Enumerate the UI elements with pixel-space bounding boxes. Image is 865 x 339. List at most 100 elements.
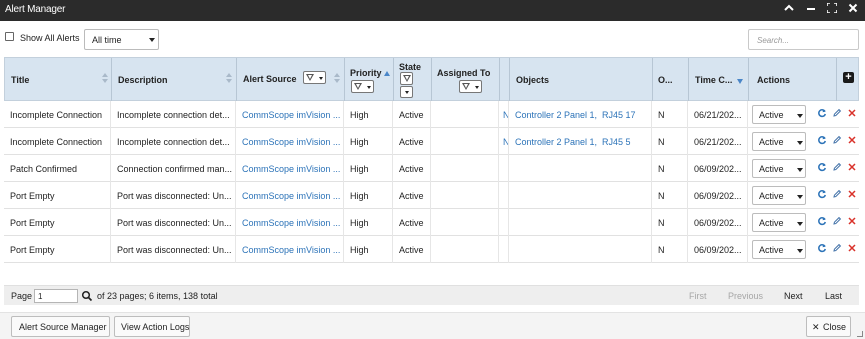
close-button[interactable]: ✕ Close bbox=[806, 316, 851, 337]
cell-assigned bbox=[431, 101, 499, 128]
filter-icon[interactable] bbox=[459, 80, 482, 93]
filter-icon[interactable] bbox=[351, 80, 374, 93]
action-state-select[interactable]: Active bbox=[752, 213, 806, 232]
column-header-title[interactable]: Title bbox=[5, 58, 112, 102]
cell-priority: High bbox=[344, 101, 393, 128]
column-header-time[interactable]: Time C... bbox=[689, 58, 749, 102]
column-header-priority[interactable]: Priority bbox=[345, 58, 394, 102]
object-link[interactable]: Controller 2 Panel 1, bbox=[515, 110, 597, 120]
delete-icon[interactable] bbox=[846, 189, 857, 200]
column-header-assigned-to[interactable]: Assigned To bbox=[432, 58, 500, 102]
description-text: Port was disconnected: Un... bbox=[117, 191, 232, 201]
filter-icon[interactable] bbox=[303, 71, 326, 84]
cell-time: 06/21/202... bbox=[688, 128, 748, 155]
next-page-link[interactable]: Next bbox=[784, 291, 803, 301]
close-window-icon[interactable] bbox=[845, 2, 861, 18]
refresh-icon[interactable] bbox=[816, 216, 827, 227]
column-time-label: Time C... bbox=[695, 75, 733, 85]
pencil-icon[interactable] bbox=[831, 216, 842, 227]
table-row[interactable]: Incomplete Connection Incomplete connecti… bbox=[4, 128, 859, 155]
column-header-blank bbox=[500, 58, 510, 102]
alert-source-manager-button[interactable]: Alert Source Manager bbox=[11, 316, 110, 337]
source-text[interactable]: CommScope imVision ... bbox=[242, 137, 340, 147]
delete-icon[interactable] bbox=[846, 108, 857, 119]
cell-source: CommScope imVision ... bbox=[236, 155, 344, 182]
cell-title: Port Empty bbox=[4, 182, 111, 209]
filter-dropdown-icon[interactable] bbox=[400, 86, 413, 98]
last-page-link[interactable]: Last bbox=[825, 291, 842, 301]
action-state-select[interactable]: Active bbox=[752, 132, 806, 151]
delete-icon[interactable] bbox=[846, 162, 857, 173]
action-state-select[interactable]: Active bbox=[752, 186, 806, 205]
column-header-objects[interactable]: Objects bbox=[510, 58, 653, 102]
object-port-link[interactable]: RJ45 5 bbox=[602, 137, 631, 147]
table-row[interactable]: Patch Confirmed Connection confirmed man.… bbox=[4, 155, 859, 182]
maximize-icon[interactable] bbox=[824, 2, 840, 18]
refresh-icon[interactable] bbox=[816, 108, 827, 119]
table-row[interactable]: Incomplete Connection Incomplete connecti… bbox=[4, 101, 859, 128]
delete-icon[interactable] bbox=[846, 243, 857, 254]
table-row[interactable]: Port Empty Port was disconnected: Un... Co… bbox=[4, 236, 859, 263]
description-text: Connection confirmed man... bbox=[117, 164, 233, 174]
show-all-alerts-label: Show All Alerts bbox=[20, 33, 80, 43]
search-input[interactable]: Search... bbox=[748, 29, 859, 50]
previous-page-link[interactable]: Previous bbox=[728, 291, 763, 301]
show-all-alerts-checkbox[interactable] bbox=[5, 32, 14, 41]
page-number-input[interactable]: 1 bbox=[34, 289, 78, 303]
collapse-icon[interactable] bbox=[781, 2, 797, 18]
view-action-logs-button[interactable]: View Action Logs bbox=[114, 316, 190, 337]
column-objects-label: Objects bbox=[516, 75, 550, 85]
source-text[interactable]: CommScope imVision ... bbox=[242, 164, 340, 174]
action-state-select[interactable]: Active bbox=[752, 240, 806, 259]
source-text[interactable]: CommScope imVision ... bbox=[242, 110, 340, 120]
time-filter-select[interactable]: All time bbox=[84, 29, 159, 50]
source-text[interactable]: CommScope imVision ... bbox=[242, 191, 340, 201]
first-page-link[interactable]: First bbox=[689, 291, 707, 301]
column-header-description[interactable]: Description bbox=[112, 58, 237, 102]
cell-time: 06/09/202... bbox=[688, 155, 748, 182]
state-text: Active bbox=[399, 218, 424, 228]
filter-icon[interactable] bbox=[400, 72, 413, 85]
column-header-o[interactable]: O... bbox=[653, 58, 689, 102]
pencil-icon[interactable] bbox=[831, 243, 842, 254]
minimize-icon[interactable] bbox=[803, 2, 819, 18]
object-port-link[interactable]: RJ45 17 bbox=[602, 110, 636, 120]
column-header-alert-source[interactable]: Alert Source bbox=[237, 58, 345, 102]
cell-title: Incomplete Connection bbox=[4, 128, 111, 155]
title-text: Incomplete Connection bbox=[10, 110, 103, 120]
source-text[interactable]: CommScope imVision ... bbox=[242, 218, 340, 228]
cell-assigned bbox=[431, 209, 499, 236]
plus-icon[interactable]: + bbox=[843, 72, 854, 83]
action-state-select[interactable]: Active bbox=[752, 105, 806, 124]
refresh-icon[interactable] bbox=[816, 243, 827, 254]
resize-grip-icon[interactable] bbox=[857, 331, 863, 337]
pencil-icon[interactable] bbox=[831, 189, 842, 200]
cell-priority: High bbox=[344, 209, 393, 236]
dialog-footer: Alert Source Manager View Action Logs ✕ … bbox=[0, 312, 865, 339]
refresh-icon[interactable] bbox=[816, 189, 827, 200]
action-state-select[interactable]: Active bbox=[752, 159, 806, 178]
cell-title: Port Empty bbox=[4, 209, 111, 236]
object-link[interactable]: Controller 2 Panel 1, bbox=[515, 137, 597, 147]
cell-actions: Active bbox=[748, 155, 859, 182]
delete-icon[interactable] bbox=[846, 135, 857, 146]
cell-o: N bbox=[652, 128, 688, 155]
table-row[interactable]: Port Empty Port was disconnected: Un... Co… bbox=[4, 182, 859, 209]
chevron-down-icon bbox=[149, 38, 155, 42]
time-text: 06/21/202... bbox=[694, 137, 742, 147]
delete-icon[interactable] bbox=[846, 216, 857, 227]
column-header-state[interactable]: State bbox=[394, 58, 432, 102]
source-text[interactable]: CommScope imVision ... bbox=[242, 245, 340, 255]
pencil-icon[interactable] bbox=[831, 108, 842, 119]
search-icon[interactable] bbox=[80, 289, 94, 303]
time-text: 06/09/202... bbox=[694, 218, 742, 228]
page-label: Page bbox=[11, 291, 33, 301]
refresh-icon[interactable] bbox=[816, 162, 827, 173]
priority-text: High bbox=[350, 218, 369, 228]
cell-source: CommScope imVision ... bbox=[236, 182, 344, 209]
pencil-icon[interactable] bbox=[831, 135, 842, 146]
table-row[interactable]: Port Empty Port was disconnected: Un... Co… bbox=[4, 209, 859, 236]
refresh-icon[interactable] bbox=[816, 135, 827, 146]
title-text: Incomplete Connection bbox=[10, 137, 103, 147]
pencil-icon[interactable] bbox=[831, 162, 842, 173]
